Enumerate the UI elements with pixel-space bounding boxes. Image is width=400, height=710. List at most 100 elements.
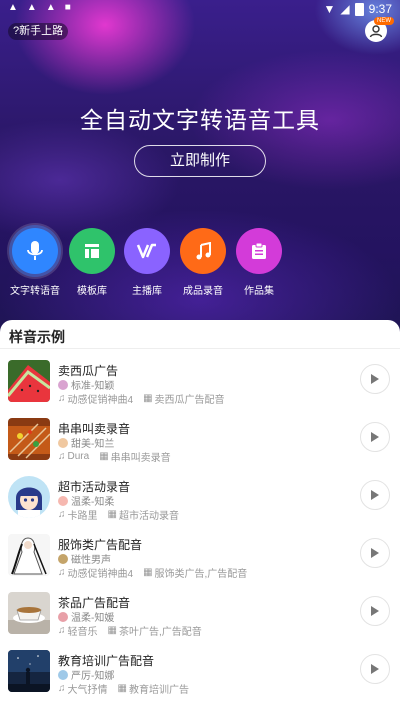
tag-name: 茶叶广告,广告配音 [118,627,202,638]
voice-info: 标准-知颖 [58,377,114,392]
tool-grid: 文字转语音 模板库 主播库 成品录音 作品集 [0,228,400,298]
sample-tags: ♫ 动感促销神曲4 ▦ 卖西瓜广告配音 [58,391,225,406]
make-now-button[interactable]: 立即制作 [134,145,266,177]
play-button[interactable] [360,480,390,510]
voice-avatar-icon [58,669,68,680]
voice-avatar-icon [58,379,68,390]
play-icon [371,490,379,500]
tag-icon: ▦ [99,451,109,462]
newbie-guide-button[interactable]: ?新手上路 [8,23,69,40]
sample-tags: ♫ 轻音乐 ▦ 茶叶广告,广告配音 [58,623,202,638]
sample-item[interactable]: 超市活动录音 温柔-知柔 ♫ 卡路里 ▦ 超市活动录音 [0,472,400,530]
voice-name: 温柔-知媛 [71,613,115,624]
thumbnail-image [8,476,50,518]
tool-template-library[interactable]: 模板库 [62,228,122,297]
voice-info: 磁性男声 [58,551,111,566]
battery-icon [354,2,364,16]
play-icon [371,432,379,442]
microphone-icon [12,228,58,274]
voice-info: 甜美-知兰 [58,435,114,450]
music-note-icon: ♫ [58,567,66,578]
hero-banner: ▲ ▲ ▲ ■ ▼ ◢ 9:37 ?新手上路 NEW 全自动文字转语音工具 立即… [0,0,400,332]
thumbnail-image [8,650,50,692]
voice-avatar-icon [58,495,68,506]
music-note-icon: ♫ [58,451,66,462]
voice-name: 温柔-知柔 [71,497,115,508]
template-icon [69,228,115,274]
sample-tags: ♫ Dura ▦ 串串叫卖录音 [58,449,171,464]
voice-name: 甜美-知兰 [71,439,115,450]
music-note-icon: ♫ [58,509,66,520]
tool-label: 成品录音 [183,286,223,297]
play-icon [371,374,379,384]
play-button[interactable] [360,364,390,394]
sample-tags: ♫ 大气抒情 ▦ 教育培训广告 [58,681,189,696]
voice-info: 温柔-知媛 [58,609,114,624]
music-note-icon [180,228,226,274]
samples-title: 样音示例 [9,329,65,345]
voice-name: 严厉-知娜 [71,671,115,682]
tool-anchor-library[interactable]: 主播库 [117,228,177,297]
user-icon [369,25,383,38]
music-note-icon: ♫ [58,683,66,694]
tag-name: 卖西瓜广告配音 [154,395,225,406]
music-note-icon: ♫ [58,393,66,404]
music-name: Dura [67,451,90,462]
tag-icon: ▦ [143,567,153,578]
tag-icon: ▦ [107,625,117,636]
play-button[interactable] [360,596,390,626]
status-bar: ▲ ▲ ▲ ■ ▼ ◢ 9:37 [0,0,400,18]
voice-avatar-icon [58,611,68,622]
play-icon [371,664,379,674]
tool-portfolio[interactable]: 作品集 [229,228,289,297]
play-button[interactable] [360,654,390,684]
warning-icon: ▲ [45,2,56,13]
warning-icon: ▲ [8,2,18,13]
tool-label: 模板库 [77,286,107,297]
tool-label: 主播库 [132,286,162,297]
warning-icon: ▲ [26,2,37,13]
voice-avatar-icon [58,437,68,448]
signal-icon: ◢ [340,2,350,16]
thumbnail-image [8,360,50,402]
play-button[interactable] [360,538,390,568]
music-name: 轻音乐 [67,627,98,638]
tag-name: 教育培训广告 [128,685,189,696]
thumbnail-image [8,418,50,460]
samples-panel: 样音示例 卖西瓜广告 标准-知颖 ♫ 动感促销神曲4 ▦ 卖西瓜广告配音 串串叫… [0,320,400,710]
sample-item[interactable]: 串串叫卖录音 甜美-知兰 ♫ Dura ▦ 串串叫卖录音 [0,414,400,472]
tool-text-to-speech[interactable]: 文字转语音 [5,228,65,297]
sample-item[interactable]: 茶品广告配音 温柔-知媛 ♫ 轻音乐 ▦ 茶叶广告,广告配音 [0,588,400,646]
sample-tags: ♫ 动感促销神曲4 ▦ 服饰类广告,广告配音 [58,565,247,580]
clipboard-icon [236,228,282,274]
thumbnail-image [8,592,50,634]
wifi-icon: ▼ [323,2,336,16]
voice-info: 严厉-知娜 [58,667,114,682]
hero-title: 全自动文字转语音工具 [80,107,320,133]
voice-name: 磁性男声 [71,555,111,566]
tool-label: 文字转语音 [10,286,60,297]
music-note-icon: ♫ [58,625,66,636]
music-name: 动感促销神曲4 [67,395,134,406]
sample-tags: ♫ 卡路里 ▦ 超市活动录音 [58,507,179,522]
sample-item[interactable]: 服饰类广告配音 磁性男声 ♫ 动感促销神曲4 ▦ 服饰类广告,广告配音 [0,530,400,588]
tag-name: 超市活动录音 [118,511,179,522]
status-time: 9:37 [368,2,392,16]
sample-item[interactable]: 卖西瓜广告 标准-知颖 ♫ 动感促销神曲4 ▦ 卖西瓜广告配音 [0,356,400,414]
thumbnail-image [8,534,50,576]
tool-finished-recordings[interactable]: 成品录音 [173,228,233,297]
voice-info: 温柔-知柔 [58,493,114,508]
tag-icon: ▦ [143,393,153,404]
tool-label: 作品集 [244,286,274,297]
tag-icon: ▦ [117,683,127,694]
new-badge: NEW [374,17,394,25]
notification-icon: ■ [64,2,71,13]
play-button[interactable] [360,422,390,452]
play-icon [371,606,379,616]
voice-avatar-icon [58,553,68,564]
music-name: 卡路里 [67,511,98,522]
music-name: 动感促销神曲4 [67,569,134,580]
sample-item[interactable]: 教育培训广告配音 严厉-知娜 ♫ 大气抒情 ▦ 教育培训广告 [0,646,400,704]
anchor-icon [124,228,170,274]
play-icon [371,548,379,558]
